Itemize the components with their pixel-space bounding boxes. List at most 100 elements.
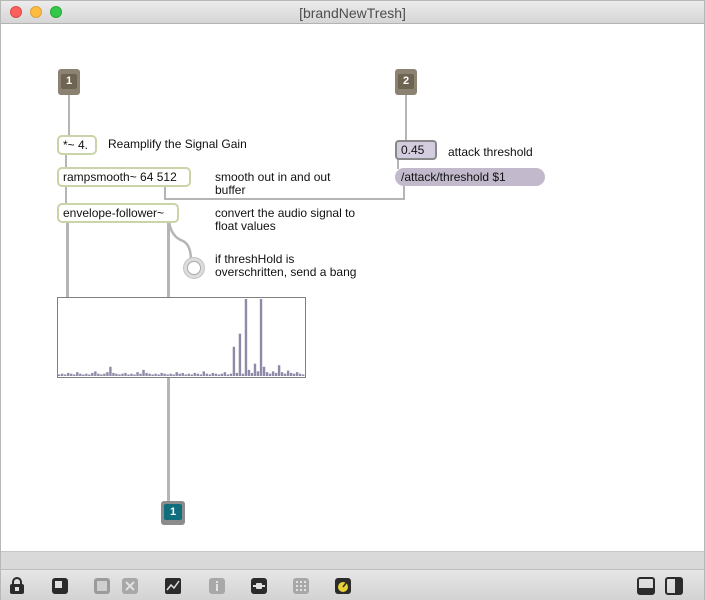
threshold-number-box[interactable]: 0.45 [395,140,437,160]
debug-icon[interactable] [164,577,182,595]
status-bar [1,551,704,569]
scope-sample [106,372,109,376]
multiply-object-text: *~ 4. [63,138,89,152]
scope-sample [103,373,106,376]
scope-sample [274,372,278,376]
scope-sample [283,373,287,376]
scope-sample [220,373,224,376]
scope-sample [223,372,227,376]
multiply-object[interactable]: *~ 4. [57,135,97,155]
comment-reamplify-text: Reamplify the Signal Gain [108,137,247,151]
scope-sample [232,346,236,376]
scope-sample [196,373,199,376]
comment-threshold-line2: overschritten, send a bang [215,265,357,279]
scope-sample [256,371,260,376]
scope-sample [148,373,151,376]
cord-inlet1-multiply[interactable] [68,94,70,136]
scope-sample [145,372,148,376]
signal-scope[interactable] [57,297,306,378]
bottom-toolbar [1,569,704,600]
scope-sample [130,373,133,376]
bang-button[interactable] [183,257,205,279]
comment-smooth: smooth out in and out buffer [215,171,330,197]
scope-sample [190,374,193,376]
scope-sample [208,374,212,376]
scope-sample [298,373,302,376]
patch-canvas[interactable]: 1 2 1 *~ 4. rampsmooth~ 64 512 envelope-… [1,25,704,551]
grid-icon[interactable] [292,577,310,595]
outlet-1[interactable]: 1 [161,501,185,525]
scope-sample [244,299,248,376]
patcher-window: [brandNewTresh] 1 2 1 *~ 4. rampsmooth~ … [0,0,705,600]
inlet-2[interactable]: 2 [395,69,417,95]
scope-sample [169,373,172,376]
scope-sample [301,374,305,376]
scope-sample [217,374,221,376]
attack-threshold-message[interactable]: /attack/threshold $1 [395,168,545,186]
scope-sample [58,374,61,376]
scope-sample [85,373,88,376]
inlet-1-number: 1 [61,74,77,89]
scope-sample [250,372,254,376]
scope-sample [121,373,124,376]
cord-inlet2-number[interactable] [405,94,407,140]
scope-sample [76,372,79,376]
group-icon[interactable] [93,577,111,595]
scope-sample [259,299,263,376]
scope-sample [268,373,272,376]
attack-threshold-message-text: /attack/threshold $1 [401,170,506,184]
scope-sample [238,333,242,376]
scope-sample [289,372,293,376]
scope-sample [184,374,187,376]
presentation-icon[interactable] [51,577,69,595]
lock-icon[interactable] [8,577,26,595]
scope-sample [292,373,296,376]
scope-sample [163,373,166,376]
envelope-follower-object-text: envelope-follower~ [63,206,165,220]
scope-sample [229,373,233,376]
scope-sample [82,374,85,376]
scope-sample [271,371,275,376]
scope-sample [64,374,67,376]
audio-icon[interactable] [334,577,352,595]
inlet-1[interactable]: 1 [58,69,80,95]
scope-sample [157,374,160,376]
scope-sample [136,372,139,376]
scope-sample [88,374,91,376]
scope-sample [115,373,118,376]
scope-sample [142,369,145,376]
right-panel-icon[interactable] [665,577,683,595]
cord-message-rampsmooth[interactable] [164,198,405,200]
scope-sample [187,373,190,376]
rampsmooth-object[interactable]: rampsmooth~ 64 512 [57,167,191,187]
envelope-follower-object[interactable]: envelope-follower~ [57,203,179,223]
scope-sample [214,373,218,376]
scope-sample [280,372,284,376]
delete-icon[interactable] [121,577,139,595]
scope-sample [154,373,157,376]
left-panel-icon[interactable] [637,577,655,595]
bang-button-face [187,261,201,275]
scope-sample [226,374,230,376]
scope-sample [73,374,76,376]
cord-number-message[interactable] [397,159,399,169]
scope-sample [178,373,181,376]
connect-icon[interactable] [250,577,268,595]
scope-sample [202,371,205,376]
comment-threshold: if threshHold is overschritten, send a b… [215,253,356,279]
cord-envelope-scope[interactable] [66,221,69,297]
scope-sample [91,372,94,376]
info-icon[interactable] [208,577,226,595]
scope-sample [199,374,202,376]
cord-multiply-rampsmooth[interactable] [65,154,67,168]
scope-sample [133,374,136,376]
scope-sample [235,372,239,376]
scope-sample [205,373,209,376]
scope-sample [181,372,184,376]
rampsmooth-object-text: rampsmooth~ 64 512 [63,170,177,184]
title-bar[interactable]: [brandNewTresh] [1,1,704,24]
scope-sample [124,372,127,376]
scope-sample [67,372,70,376]
scope-sample [94,371,97,376]
scope-sample [286,370,290,376]
